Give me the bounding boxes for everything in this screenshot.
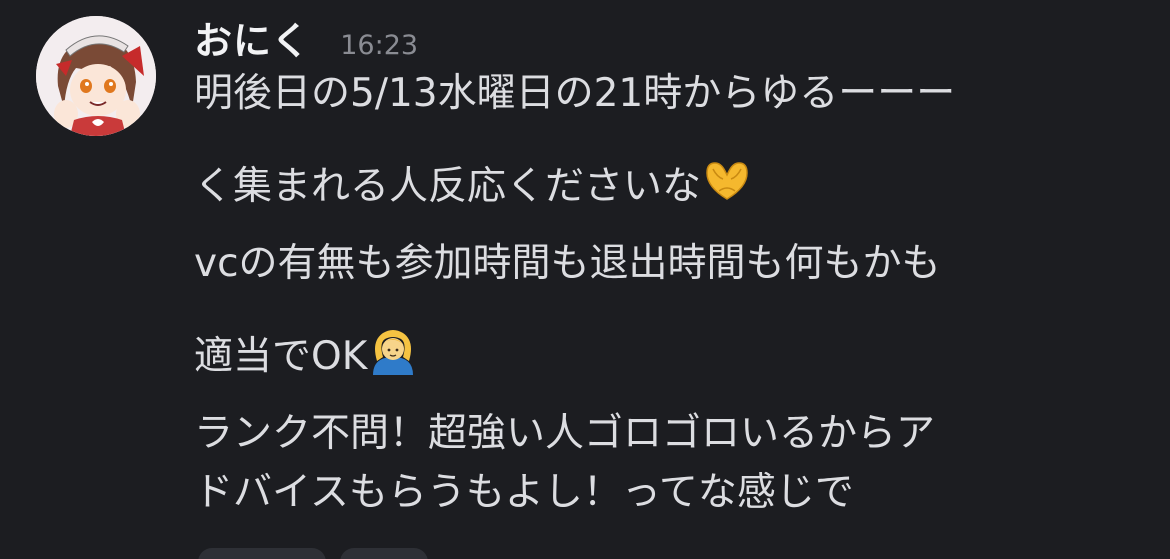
message-line: 明後日の5/13水曜日の21時からゆるーーー [194, 72, 1154, 116]
message-text: ドバイスもらうもよし！ってな感じで [194, 470, 854, 515]
message-text: く集まれる人反応くださいな [194, 164, 702, 209]
heart-hands-emoji [701, 157, 753, 205]
message-text: ランク不問！超強い人ゴロゴロいるからア [194, 411, 936, 456]
person-gesturing-ok-emoji [367, 327, 419, 375]
message-line: vcの有無も参加時間も退出時間も何もかも [194, 242, 1154, 286]
message-line: 適当でOK [194, 327, 1154, 379]
user-avatar[interactable] [36, 16, 156, 136]
message-text: 明後日の5/13水曜日の21時からゆるーーー [194, 71, 956, 116]
message-header: おにく 16:23 [194, 10, 418, 70]
reaction-bar [198, 548, 428, 559]
username[interactable]: おにく [194, 10, 310, 65]
message-text: vcの有無も参加時間も退出時間も何もかも [194, 241, 941, 286]
message-line: く集まれる人反応くださいな [194, 157, 1154, 209]
reaction-chip[interactable] [198, 548, 326, 559]
message-content: 明後日の5/13水曜日の21時からゆるーーー く集まれる人反応くださいな vcの… [194, 72, 1154, 556]
message-text: 適当でOK [194, 334, 368, 379]
message-line: ランク不問！超強い人ゴロゴロいるからア [194, 412, 1154, 456]
message-line: ドバイスもらうもよし！ってな感じで [194, 471, 1154, 515]
chat-message: おにく 16:23 明後日の5/13水曜日の21時からゆるーーー く集まれる人反… [0, 0, 1170, 559]
reaction-chip[interactable] [340, 548, 428, 559]
avatar-image [36, 16, 156, 136]
timestamp: 16:23 [340, 30, 419, 61]
